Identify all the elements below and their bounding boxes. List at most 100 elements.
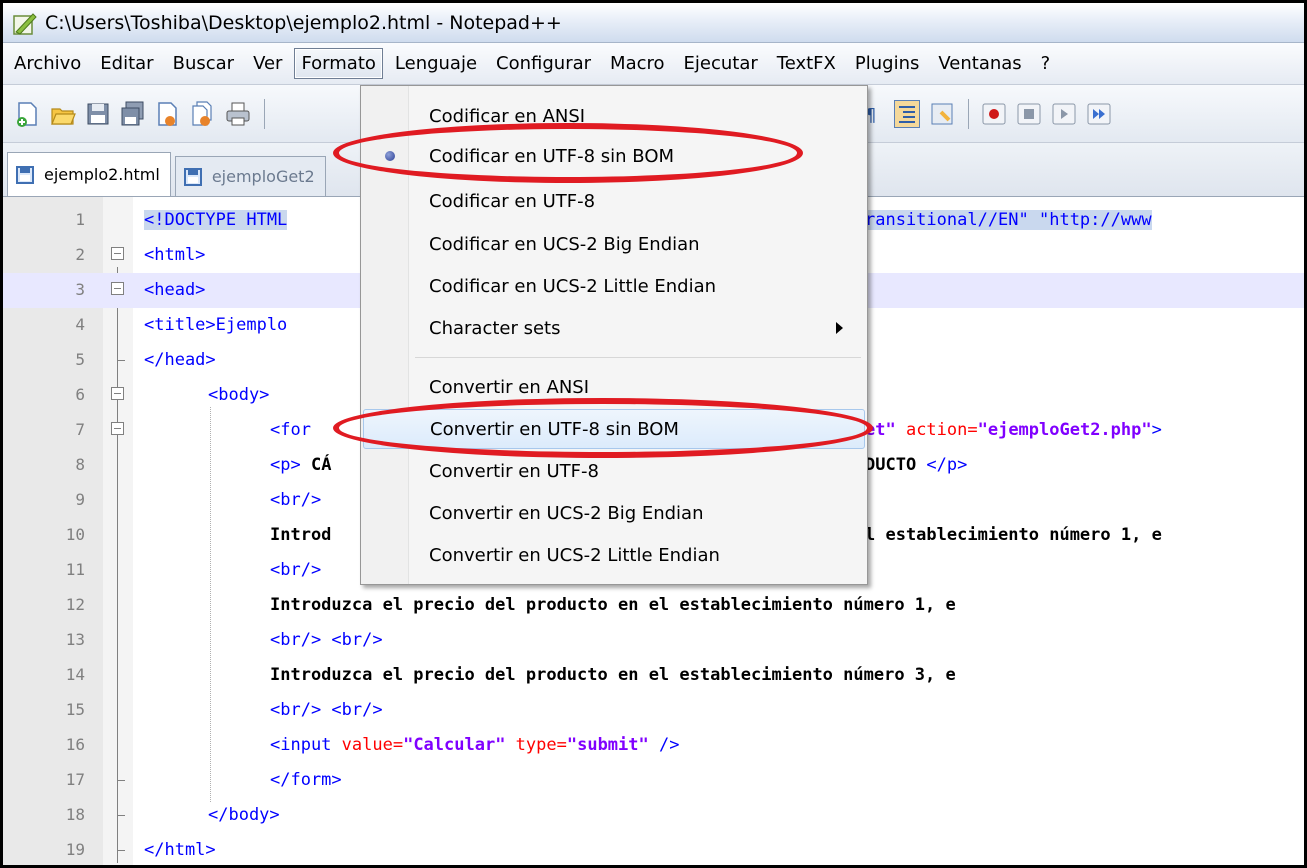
fold-toggle-icon[interactable] [111, 422, 124, 435]
formato-dropdown-menu: Codificar en ANSI Codificar en UTF-8 sin… [360, 85, 868, 585]
save-icon[interactable] [85, 100, 111, 128]
code-line-14: 14 Introduzca el precio del producto en … [3, 658, 1304, 693]
menu-item-codificar-utf8[interactable]: Codificar en UTF-8 [363, 181, 865, 221]
menu-item-label: Convertir en ANSI [429, 376, 590, 398]
code-line-16: 16 <input value="Calcular" type="submit"… [3, 728, 1304, 763]
code-text: action= [895, 420, 978, 440]
code-line-18: 18 </body> [3, 798, 1304, 833]
menu-ventanas[interactable]: Ventanas [931, 48, 1028, 79]
fold-toggle-icon[interactable] [111, 282, 124, 295]
line-number: 4 [75, 315, 85, 334]
tab-label: ejemploGet2 [211, 167, 315, 186]
window-title: C:\Users\Toshiba\Desktop\ejemplo2.html -… [45, 11, 562, 34]
macro-run-multiple-icon[interactable] [1086, 100, 1112, 128]
toolbar-separator [968, 98, 969, 129]
line-number: 17 [65, 770, 85, 789]
code-text: </p> [926, 455, 968, 475]
macro-record-icon[interactable] [981, 100, 1007, 128]
code-text: <body> [208, 385, 270, 405]
code-text: </html> [144, 840, 216, 860]
code-text: Introduzca el precio del producto en el … [270, 595, 956, 615]
line-number: 14 [65, 665, 85, 684]
code-line-15: 15 <br/> <br/> [3, 693, 1304, 728]
menu-item-codificar-ucs2-big-endian[interactable]: Codificar en UCS-2 Big Endian [363, 224, 865, 264]
line-number: 7 [75, 420, 85, 439]
menu-item-label: Codificar en UTF-8 [429, 190, 596, 212]
menu-item-label: Character sets [429, 317, 561, 339]
line-number: 1 [75, 210, 85, 229]
menu-ejecutar[interactable]: Ejecutar [677, 48, 765, 79]
fold-end-mark [117, 850, 125, 851]
menu-item-codificar-ansi[interactable]: Codificar en ANSI [363, 96, 865, 136]
line-number: 15 [65, 700, 85, 719]
menu-textfx[interactable]: TextFX [770, 48, 843, 79]
menu-item-character-sets[interactable]: Character sets [363, 308, 865, 348]
code-text: "Calcular" [403, 735, 506, 755]
code-text: </form> [270, 770, 342, 790]
code-text: <br/> [270, 490, 322, 510]
menu-editar[interactable]: Editar [93, 48, 160, 79]
menu-plugins[interactable]: Plugins [848, 48, 926, 79]
code-text: </head> [144, 350, 216, 370]
menu-buscar[interactable]: Buscar [166, 48, 241, 79]
menu-item-convertir-ucs2-big-endian[interactable]: Convertir en UCS-2 Big Endian [363, 493, 865, 533]
code-text: <head> [144, 280, 206, 300]
code-text: value= [341, 735, 404, 755]
code-text: Introd [270, 525, 332, 545]
macro-stop-icon[interactable] [1016, 100, 1042, 128]
doc-map-icon[interactable] [929, 100, 955, 128]
menu-item-convertir-ansi[interactable]: Convertir en ANSI [363, 367, 865, 407]
fold-end-mark [117, 360, 125, 361]
line-number: 9 [75, 490, 85, 509]
tab-ejemploget2[interactable]: ejemploGet2 [174, 156, 326, 196]
code-line-13: 13 <br/> <br/> [3, 623, 1304, 658]
menu-configurar[interactable]: Configurar [489, 48, 598, 79]
code-text: <br/> <br/> [270, 700, 383, 720]
menu-item-codificar-ucs2-little-endian[interactable]: Codificar en UCS-2 Little Endian [363, 266, 865, 306]
code-text: <br/> <br/> [270, 630, 383, 650]
code-text: et" [865, 420, 896, 440]
menu-ver[interactable]: Ver [246, 48, 289, 79]
menu-item-label: Convertir en UCS-2 Big Endian [429, 502, 704, 524]
menu-formato[interactable]: Formato [294, 48, 383, 79]
fold-toggle-icon[interactable] [111, 247, 124, 260]
menu-lenguaje[interactable]: Lenguaje [388, 48, 484, 79]
menu-item-convertir-ucs2-little-endian[interactable]: Convertir en UCS-2 Little Endian [363, 535, 865, 575]
menu-archivo[interactable]: Archivo [7, 48, 88, 79]
save-all-icon[interactable] [120, 100, 146, 128]
close-icon[interactable] [155, 100, 181, 128]
notepadpp-app-icon [11, 10, 37, 36]
tab-ejemplo2[interactable]: ejemplo2.html [7, 152, 171, 196]
line-number: 11 [65, 560, 85, 579]
saved-file-icon [183, 167, 202, 186]
code-text: "ejemploGet2.php" [977, 420, 1152, 440]
macro-play-icon[interactable] [1051, 100, 1077, 128]
notepadpp-window: C:\Users\Toshiba\Desktop\ejemplo2.html -… [0, 0, 1307, 868]
fold-toggle-icon[interactable] [111, 387, 124, 400]
fold-end-mark [117, 780, 125, 781]
menu-item-label: Codificar en UTF-8 sin BOM [429, 145, 675, 167]
code-text: type= [505, 735, 567, 755]
menu-item-label: Codificar en UCS-2 Big Endian [429, 233, 700, 255]
code-text: </body> [208, 805, 280, 825]
menu-item-convertir-utf8[interactable]: Convertir en UTF-8 [363, 451, 865, 491]
menu-item-convertir-utf8-sin-bom[interactable]: Convertir en UTF-8 sin BOM [363, 409, 865, 449]
code-line-12: 12 Introduzca el precio del producto en … [3, 588, 1304, 623]
line-number: 19 [65, 840, 85, 859]
code-text: <html> [144, 245, 206, 265]
close-all-icon[interactable] [190, 100, 216, 128]
menu-separator [415, 357, 861, 358]
menu-item-codificar-utf8-sin-bom[interactable]: Codificar en UTF-8 sin BOM [363, 136, 865, 176]
new-file-icon[interactable] [15, 100, 41, 128]
menu-bar: Archivo Editar Buscar Ver Formato Lengua… [3, 43, 1304, 85]
open-file-icon[interactable] [50, 100, 76, 128]
print-icon[interactable] [225, 100, 251, 128]
code-text: /> [648, 735, 680, 755]
menu-help[interactable]: ? [1034, 48, 1058, 79]
line-number: 3 [75, 280, 85, 299]
code-text: <for [270, 420, 311, 440]
code-text: DUCTO [865, 455, 927, 475]
indent-guide-icon[interactable] [894, 99, 920, 128]
menu-item-label: Convertir en UCS-2 Little Endian [429, 544, 720, 566]
menu-macro[interactable]: Macro [603, 48, 671, 79]
